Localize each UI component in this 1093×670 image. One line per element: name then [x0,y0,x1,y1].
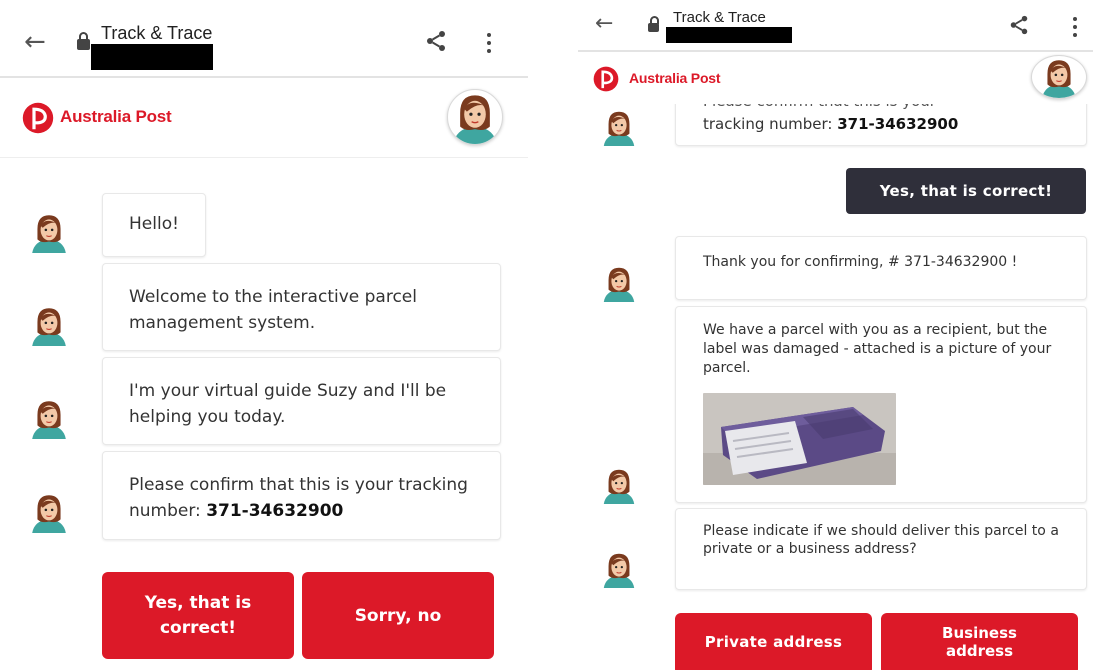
more-vert-icon[interactable] [1072,17,1078,41]
redacted-url [666,27,792,43]
bot-avatar [28,393,70,443]
business-address-button[interactable]: Business address [881,613,1078,670]
page-title: Track & Trace [101,23,213,43]
message-text: Welcome to the interactive parcel manage… [129,287,417,333]
australia-post-logo-icon [593,66,619,92]
share-icon[interactable] [424,29,448,53]
redacted-url [91,44,213,70]
australia-post-logo-icon [22,102,54,134]
private-address-button[interactable]: Private address [675,613,872,670]
left-phone-screen: ← Track & Trace Australia Post Hello! We… [0,0,528,670]
message-text: tracking number: [703,115,838,133]
right-phone-screen: ← Track & Trace Please confirm that this… [578,0,1093,670]
bot-avatar [600,464,638,506]
message-text: Thank you for confirming, # 371-34632900… [703,254,1018,270]
brand-header: Australia Post [578,52,1093,104]
lock-icon [648,16,659,32]
message-text: Hello! [129,214,179,234]
suzy-avatar-icon [1032,56,1086,98]
bot-message: Hello! [102,193,206,257]
bot-avatar [28,300,70,350]
bot-avatar [28,207,70,257]
bot-message: Welcome to the interactive parcel manage… [102,263,501,351]
suzy-avatar-icon [448,90,502,144]
lock-icon [77,32,90,50]
brand-name: Australia Post [60,107,172,126]
bot-avatar [600,548,638,590]
app-bar: ← Track & Trace [0,0,528,76]
bot-avatar [28,487,70,537]
bot-message: Please indicate if we should deliver thi… [675,508,1087,590]
yes-correct-button[interactable]: Yes, that is correct! [102,572,294,659]
bot-avatar [600,262,638,304]
tracking-number: 371-34632900 [837,115,959,133]
message-text: I'm your virtual guide Suzy and I'll be … [129,381,447,427]
bot-message: Please confirm that this is your trackin… [102,451,501,540]
bot-message: We have a parcel with you as a recipient… [675,306,1087,503]
page-title: Track & Trace [673,9,766,26]
arrow-left-icon[interactable]: ← [595,13,613,35]
brand-name: Australia Post [629,70,721,86]
header-avatar [447,89,503,145]
tracking-number: 371-34632900 [206,501,344,521]
user-message: Yes, that is correct! [846,168,1086,214]
brand-header: Australia Post [0,78,528,158]
more-vert-icon[interactable] [486,33,492,57]
arrow-left-icon[interactable]: ← [24,29,46,55]
bot-avatar [600,106,638,148]
app-bar: ← Track & Trace [578,0,1093,50]
header-avatar [1031,55,1087,99]
message-text: We have a parcel with you as a recipient… [703,322,1052,376]
share-icon[interactable] [1008,14,1030,36]
parcel-photo-icon [703,393,896,485]
message-text: Please indicate if we should deliver thi… [703,523,1059,557]
sorry-no-button[interactable]: Sorry, no [302,572,494,659]
bot-message: Thank you for confirming, # 371-34632900… [675,236,1087,300]
parcel-image[interactable] [703,393,896,485]
bot-message: I'm your virtual guide Suzy and I'll be … [102,357,501,445]
